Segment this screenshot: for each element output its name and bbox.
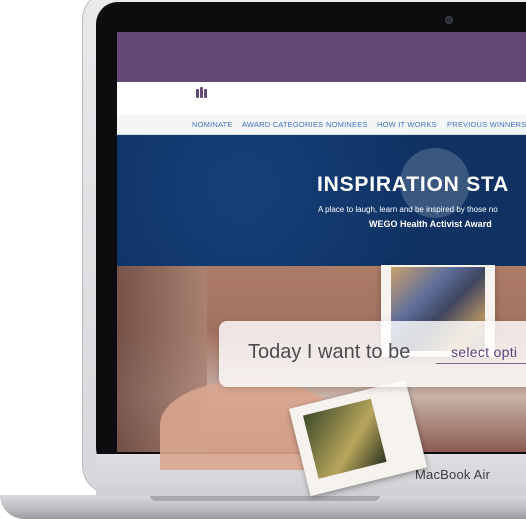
nav-how-it-works[interactable]: HOW IT WORKS [377,120,437,129]
logo-wordmark: wegohealth [216,80,314,101]
camera-icon [445,16,453,24]
nav-nominees[interactable]: NOMINEES [326,120,368,129]
nav-award-categories[interactable]: AWARD CATEGORIES [242,120,323,129]
photo-card-bottom-image [302,398,387,479]
nav-previous-winners[interactable]: PREVIOUS WINNERS [447,120,526,129]
mood-selector-prompt: Today I want to be [248,341,411,363]
logo-icon [192,81,211,101]
banner-subtitle-award: WEGO Health Activist Award [369,219,492,229]
site-header [117,32,526,82]
mood-select-value[interactable]: select opti [451,344,517,360]
nav-nominate[interactable]: NOMINATE [192,120,233,129]
banner-subtitle: A place to laugh, learn and be inspired … [318,205,498,214]
banner-title: INSPIRATION STA [317,173,510,196]
device-label: MacBook Air [415,467,491,482]
site-logo[interactable]: wegohealth [192,80,314,102]
laptop-mockup: MacBook Air wegohealth NOMINATE AWARD CA… [0,0,526,531]
